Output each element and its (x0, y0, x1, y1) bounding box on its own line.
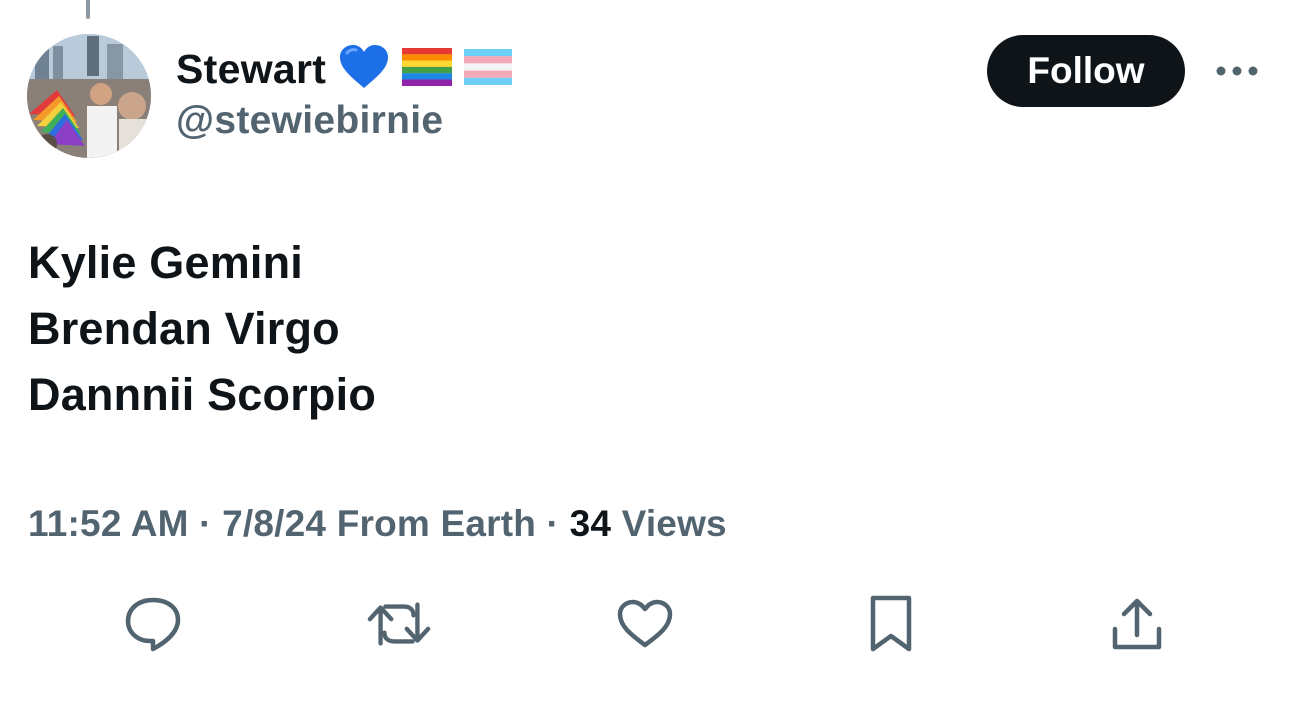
follow-button[interactable]: Follow (987, 35, 1185, 107)
author-name-row[interactable]: Stewart (176, 44, 513, 95)
transgender-flag-emoji-icon (464, 48, 513, 90)
like-button[interactable] (613, 592, 677, 656)
share-icon (1112, 598, 1162, 650)
author-handle[interactable]: @stewiebirnie (176, 98, 443, 144)
tweet-line: Brendan Virgo (28, 303, 340, 354)
tweet-date[interactable]: 7/8/24 (222, 503, 326, 544)
avatar[interactable] (27, 34, 151, 158)
views-count[interactable]: 34 (570, 503, 612, 544)
tweet-text: Kylie Gemini Brendan Virgo Dannnii Scorp… (28, 230, 376, 428)
like-icon (617, 599, 673, 648)
author-display-name[interactable]: Stewart (176, 44, 326, 94)
bookmark-button[interactable] (859, 592, 923, 656)
bookmark-icon (870, 595, 912, 652)
tweet-source: From Earth (336, 503, 537, 544)
thread-connector-line (86, 0, 90, 19)
tweet-time[interactable]: 11:52 AM (28, 503, 189, 544)
more-options-button[interactable] (1210, 55, 1264, 87)
share-button[interactable] (1105, 592, 1169, 656)
avatar-photo (27, 34, 151, 158)
tweet-line: Dannnii Scorpio (28, 369, 377, 420)
retweet-button[interactable] (367, 592, 431, 656)
meta-separator: · (546, 503, 560, 544)
reply-button[interactable] (121, 592, 185, 656)
views-label[interactable]: Views (622, 503, 727, 544)
rainbow-flag-emoji-icon (402, 47, 453, 91)
meta-separator: · (199, 503, 212, 544)
more-dots-icon (1216, 66, 1258, 76)
reply-icon (125, 597, 181, 652)
blue-heart-emoji-icon (338, 44, 390, 95)
tweet-line: Kylie Gemini (28, 237, 303, 288)
retweet-icon (367, 602, 431, 646)
tweet-metadata: 11:52 AM · 7/8/24 From Earth · 34 Views (28, 500, 727, 548)
